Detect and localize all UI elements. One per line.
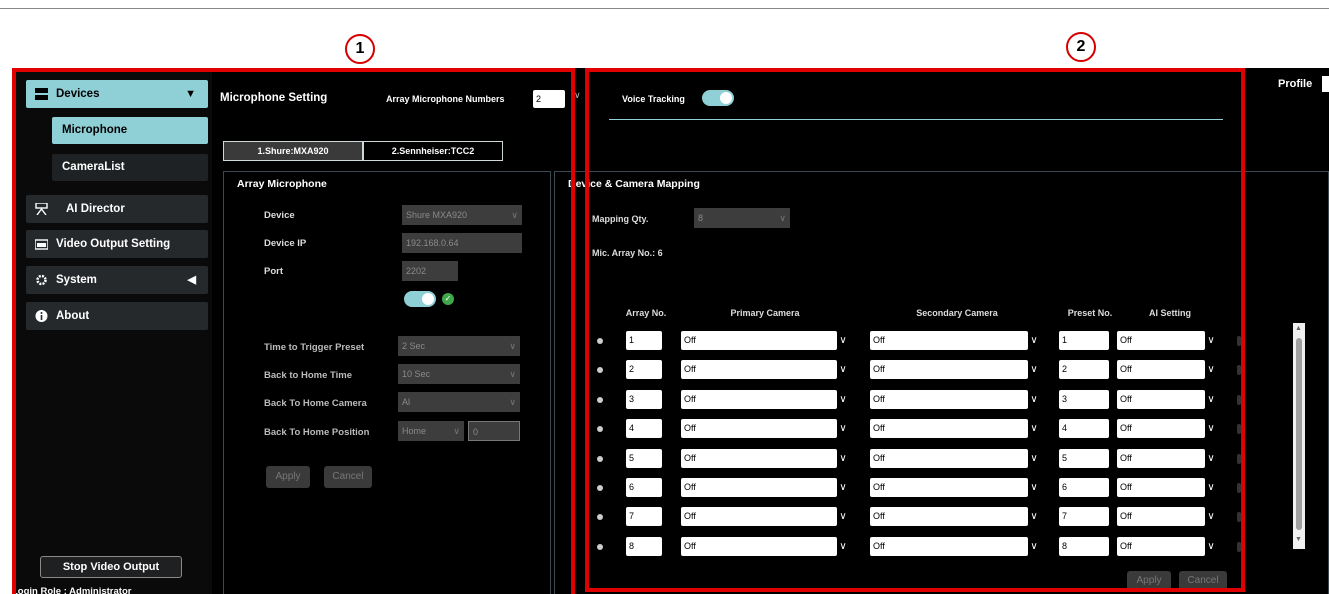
profile-label[interactable]: Profile [1278,78,1312,90]
profile-box[interactable] [1322,76,1329,92]
callout-1: 1 [345,34,375,64]
app-window: Devices ▼ Microphone CameraList AI Direc… [12,68,1329,594]
vertical-scrollbar[interactable]: ▲ ▼ [1293,323,1305,549]
callout-2: 2 [1066,32,1096,62]
scrollbar-thumb[interactable] [1296,338,1302,530]
top-divider-line [0,8,1329,9]
highlight-box-1 [12,68,575,594]
highlight-box-2 [585,68,1245,592]
scroll-up-icon[interactable]: ▲ [1295,325,1302,332]
scroll-down-icon[interactable]: ▼ [1295,536,1302,543]
